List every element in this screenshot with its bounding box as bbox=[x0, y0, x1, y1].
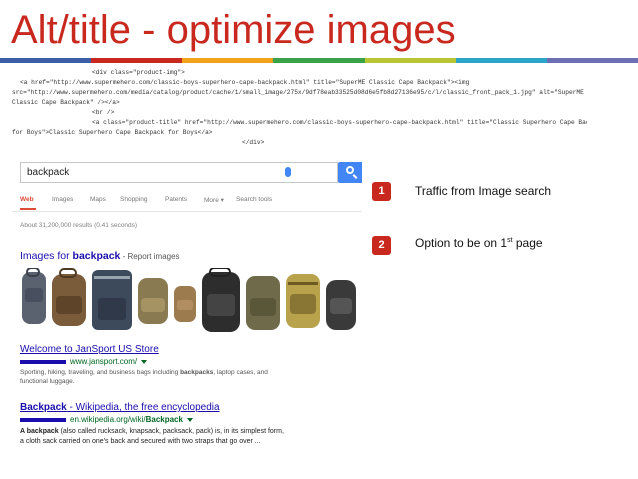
images-heading-query: backpack bbox=[72, 250, 121, 262]
callout-traffic-image-search: Traffic from Image search bbox=[415, 184, 552, 198]
search-input[interactable]: backpack bbox=[20, 162, 338, 183]
color-bar-segment bbox=[273, 58, 365, 63]
backpack-thumb-5[interactable] bbox=[174, 286, 196, 322]
backpack-thumbnails bbox=[22, 267, 356, 332]
tab-more[interactable]: More ▾ bbox=[204, 196, 224, 204]
title-color-bar bbox=[0, 58, 638, 63]
color-bar-segment bbox=[182, 58, 274, 63]
results-count: About 31,200,000 results (0.41 seconds) bbox=[20, 222, 138, 229]
report-images-link[interactable]: - Report images bbox=[120, 252, 180, 261]
dropdown-arrow-icon[interactable] bbox=[186, 417, 193, 422]
callout-text: Option to be on 1 bbox=[415, 236, 508, 250]
backpack-thumb-1[interactable] bbox=[22, 267, 46, 324]
code-line: <div class="product-img"> bbox=[92, 69, 185, 76]
divider bbox=[12, 211, 362, 212]
search-tabs: Web Images Maps Shopping Patents More ▾ … bbox=[20, 193, 360, 211]
result-url[interactable]: en.wikipedia.org/wiki/Backpack bbox=[20, 415, 193, 424]
image-thumbnails bbox=[20, 267, 360, 338]
result-url[interactable]: www.jansport.com/ bbox=[20, 357, 148, 366]
active-tab-indicator bbox=[20, 208, 36, 210]
backpack-thumb-7[interactable] bbox=[246, 276, 280, 330]
result-snippet: A backpack (also called rucksack, knapsa… bbox=[20, 427, 355, 447]
code-line: Classic Cape Backpack" /></a> bbox=[12, 99, 120, 106]
backpack-thumb-9[interactable] bbox=[326, 280, 356, 330]
color-bar-segment bbox=[364, 58, 456, 63]
callout-text-end: page bbox=[512, 236, 543, 250]
snippet-text: (also called rucksack, knapsack, packsac… bbox=[58, 428, 284, 435]
code-line: <a href="http://www.supermehero.com/clas… bbox=[20, 79, 470, 86]
result-url-bold: Backpack bbox=[145, 415, 183, 424]
tab-patents[interactable]: Patents bbox=[165, 196, 187, 203]
snippet-text: Sporting, hiking, traveling, and busines… bbox=[20, 369, 181, 376]
tab-search-tools[interactable]: Search tools bbox=[236, 196, 272, 203]
images-heading-prefix: Images for bbox=[20, 250, 73, 262]
tab-web[interactable]: Web bbox=[20, 196, 34, 203]
backpack-thumb-8[interactable] bbox=[286, 274, 320, 328]
html-code-snippet: <div class="product-img"> <a href="http:… bbox=[12, 68, 587, 156]
search-results-screenshot: backpack Web Images Maps Shopping Patent… bbox=[12, 158, 362, 468]
result-title-bold: Backpack bbox=[20, 402, 67, 413]
result-title-link[interactable]: Backpack - Wikipedia, the free encyclope… bbox=[20, 402, 220, 413]
microphone-icon[interactable] bbox=[285, 167, 291, 177]
callout-number-badge: 2 bbox=[372, 236, 391, 255]
color-bar-segment bbox=[0, 58, 92, 63]
result-title-link[interactable]: Welcome to JanSport US Store bbox=[20, 344, 159, 355]
dropdown-arrow-icon[interactable] bbox=[141, 359, 148, 364]
snippet-bold: backpacks bbox=[180, 369, 214, 376]
search-query: backpack bbox=[27, 167, 70, 178]
backpack-thumb-6[interactable] bbox=[202, 267, 240, 332]
callout-number-badge: 1 bbox=[372, 182, 391, 201]
snippet-text: functional luggage. bbox=[20, 378, 75, 385]
color-bar-segment bbox=[91, 58, 183, 63]
snippet-text: , laptop cases, and bbox=[213, 369, 268, 376]
result-title-rest: - Wikipedia, the free encyclopedia bbox=[66, 402, 220, 413]
code-line: <a class="product-title" href="http://ww… bbox=[92, 119, 587, 126]
tab-maps[interactable]: Maps bbox=[90, 196, 106, 203]
images-heading-link[interactable]: Images for backpack - Report images bbox=[20, 250, 180, 262]
slide-title: Alt/title - optimize images bbox=[11, 8, 456, 52]
tab-images[interactable]: Images bbox=[52, 196, 73, 203]
search-icon bbox=[346, 166, 354, 174]
result-url-text: en.wikipedia.org/wiki/ bbox=[70, 415, 146, 424]
backpack-thumb-3[interactable] bbox=[92, 270, 132, 330]
code-line: src="http://www.supermehero.com/media/ca… bbox=[12, 89, 584, 96]
url-highlight bbox=[20, 359, 66, 364]
search-button[interactable] bbox=[338, 162, 362, 183]
result-snippet: Sporting, hiking, traveling, and busines… bbox=[20, 368, 355, 386]
code-line: <br /> bbox=[92, 109, 115, 116]
code-line: </div> bbox=[242, 139, 265, 146]
color-bar-segment bbox=[546, 58, 638, 63]
tab-shopping[interactable]: Shopping bbox=[120, 196, 147, 203]
url-highlight bbox=[20, 417, 66, 422]
backpack-thumb-2[interactable] bbox=[52, 268, 86, 326]
snippet-bold: A backpack bbox=[20, 428, 59, 435]
callout-first-page: Option to be on 1st page bbox=[415, 236, 543, 250]
code-line: for Boys">Classic Superhero Cape Backpac… bbox=[12, 129, 213, 136]
result-url-text: www.jansport.com/ bbox=[70, 357, 138, 366]
backpack-thumb-4[interactable] bbox=[138, 278, 168, 324]
snippet-text: a cloth sack carried on one's back and s… bbox=[20, 438, 261, 445]
color-bar-segment bbox=[455, 58, 547, 63]
